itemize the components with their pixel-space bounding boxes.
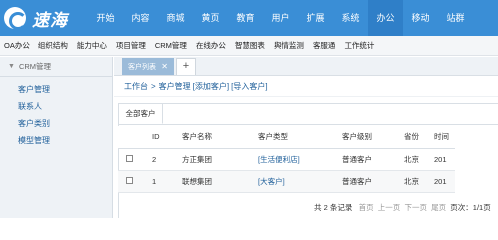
- cell-province: 北京: [398, 148, 428, 171]
- cell-customer-name: 方正集团: [176, 148, 252, 171]
- header-customer-type[interactable]: 客户类型: [252, 126, 336, 149]
- tab-customer-list[interactable]: 客户列表 ✕: [122, 58, 174, 75]
- table-row[interactable]: 1 联想集团 [大客户] 普通客户 北京 201: [118, 170, 455, 193]
- subnav-capability-center[interactable]: 能力中心: [77, 40, 107, 51]
- sidebar-item-customer-category[interactable]: 客户类别: [0, 115, 112, 132]
- cell-id: 1: [146, 170, 176, 193]
- cell-time: 201: [428, 148, 455, 171]
- cell-province: 北京: [398, 170, 428, 193]
- cell-customer-type-link[interactable]: [大客户]: [252, 170, 336, 193]
- import-customer-link[interactable]: [导入客户]: [231, 81, 267, 92]
- collapse-caret-icon: ▼: [8, 63, 15, 70]
- sidebar-heading-label: CRM管理: [18, 62, 52, 71]
- header-customer-level[interactable]: 客户级别: [336, 126, 398, 149]
- logo-text: 速海: [32, 10, 68, 31]
- cell-customer-name: 联想集团: [176, 170, 252, 193]
- logo[interactable]: 速海: [0, 0, 94, 36]
- breadcrumb: 工作台 > 客户管理 [添加客户] [导入客户]: [114, 77, 498, 97]
- sidebar-heading[interactable]: ▼ CRM管理: [0, 57, 112, 77]
- sidebar-item-customer-management[interactable]: 客户管理: [0, 81, 112, 98]
- cell-time: 201: [428, 170, 455, 193]
- topnav-content[interactable]: 内容: [123, 0, 158, 36]
- header-province[interactable]: 省份: [398, 126, 428, 149]
- cell-customer-level: 普通客户: [336, 170, 398, 193]
- pagination-last[interactable]: 尾页: [431, 203, 446, 212]
- header-id[interactable]: ID: [146, 126, 176, 149]
- header-time[interactable]: 时间: [428, 126, 455, 149]
- sidebar-list: 客户管理 联系人 客户类别 模型管理: [0, 77, 112, 149]
- sidebar: ▼ CRM管理 客户管理 联系人 客户类别 模型管理: [0, 57, 113, 218]
- subnav-online-office[interactable]: 在线办公: [196, 40, 226, 51]
- subnav-smart-charts[interactable]: 智慧图表: [235, 40, 265, 51]
- sub-nav: OA办公 组织结构 能力中心 项目管理 CRM管理 在线办公 智慧图表 舆情监测…: [0, 36, 498, 56]
- subnav-project-management[interactable]: 项目管理: [116, 40, 146, 51]
- top-nav: 开始 内容 商城 黄页 教育 用户 扩展 系统 办公 移动 站群: [88, 0, 473, 36]
- sidebar-item-contacts[interactable]: 联系人: [0, 98, 112, 115]
- topnav-system[interactable]: 系统: [333, 0, 368, 36]
- topnav-extend[interactable]: 扩展: [298, 0, 333, 36]
- add-tab-button[interactable]: +: [176, 58, 196, 75]
- customer-table: ID 客户名称 客户类型 客户级别 省份 时间 2 方正集团 [生活便利店] 普…: [118, 126, 455, 193]
- subnav-crm-management[interactable]: CRM管理: [155, 40, 187, 51]
- add-customer-link[interactable]: [添加客户]: [193, 81, 229, 92]
- topnav-mobile[interactable]: 移动: [403, 0, 438, 36]
- row-checkbox-cell: [118, 148, 146, 171]
- sidebar-item-model-management[interactable]: 模型管理: [0, 132, 112, 149]
- logo-mark-icon: [4, 7, 27, 30]
- header-checkbox-cell: [118, 126, 146, 149]
- pagination-summary: 共 2 条记录: [314, 203, 353, 212]
- table-row[interactable]: 2 方正集团 [生活便利店] 普通客户 北京 201: [118, 148, 455, 171]
- close-icon[interactable]: ✕: [161, 62, 168, 71]
- topnav-users[interactable]: 用户: [263, 0, 298, 36]
- row-checkbox-cell: [118, 170, 146, 193]
- panel-tab-all-customers[interactable]: 全部客户: [119, 104, 163, 124]
- pagination-first[interactable]: 首页: [359, 203, 374, 212]
- tab-bar: 客户列表 ✕ +: [114, 57, 498, 76]
- cell-customer-level: 普通客户: [336, 148, 398, 171]
- pagination-next[interactable]: 下一页: [404, 203, 427, 212]
- row-checkbox[interactable]: [126, 176, 133, 184]
- topnav-sitegroup[interactable]: 站群: [438, 0, 473, 36]
- header-customer-name[interactable]: 客户名称: [176, 126, 252, 149]
- subnav-oa-office[interactable]: OA办公: [4, 40, 30, 51]
- topnav-education[interactable]: 教育: [228, 0, 263, 36]
- tab-customer-list-label: 客户列表: [128, 63, 156, 71]
- main-content: 客户列表 ✕ + 工作台 > 客户管理 [添加客户] [导入客户] 全部客户 I…: [114, 57, 498, 218]
- table-header-row: ID 客户名称 客户类型 客户级别 省份 时间: [118, 126, 455, 149]
- cell-customer-type-link[interactable]: [生活便利店]: [252, 148, 336, 171]
- topnav-mall[interactable]: 商城: [158, 0, 193, 36]
- pagination-page: 页次：1/1页: [450, 203, 491, 212]
- cell-id: 2: [146, 148, 176, 171]
- breadcrumb-page[interactable]: 客户管理: [159, 81, 191, 92]
- topnav-yellowpages[interactable]: 黄页: [193, 0, 228, 36]
- topnav-office[interactable]: 办公: [368, 0, 403, 36]
- subnav-org-structure[interactable]: 组织结构: [38, 40, 68, 51]
- pagination: 共 2 条记录 首页 上一页 下一页 尾页 页次：1/1页: [314, 202, 491, 213]
- breadcrumb-home[interactable]: 工作台: [124, 81, 148, 92]
- subnav-work-stats[interactable]: 工作统计: [344, 40, 374, 51]
- subnav-customer-service[interactable]: 客服通: [313, 40, 336, 51]
- top-header: 速海 开始 内容 商城 黄页 教育 用户 扩展 系统 办公 移动 站群: [0, 0, 498, 36]
- subnav-sentiment-monitor[interactable]: 舆情监测: [274, 40, 304, 51]
- topnav-start[interactable]: 开始: [88, 0, 123, 36]
- pagination-prev[interactable]: 上一页: [378, 203, 401, 212]
- breadcrumb-separator: >: [151, 82, 156, 91]
- panel-tab-divider: [119, 124, 498, 125]
- row-checkbox[interactable]: [126, 154, 133, 162]
